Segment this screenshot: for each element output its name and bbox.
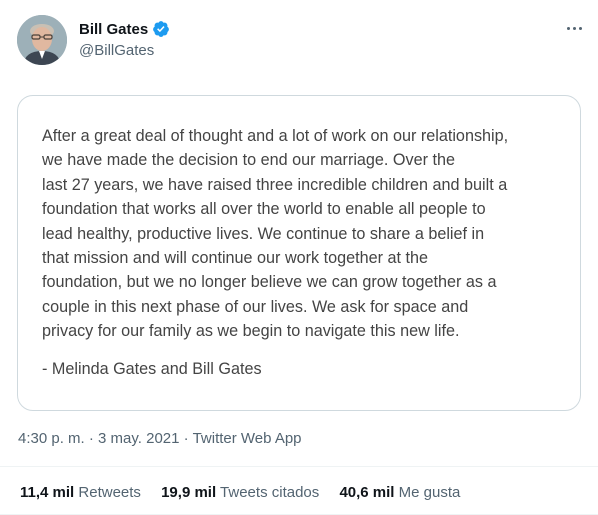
likes-stat[interactable]: 40,6 mil Me gusta [339,484,460,501]
tweet-date[interactable]: 3 may. 2021 [98,430,179,447]
retweets-stat[interactable]: 11,4 mil Retweets [20,484,141,501]
statement-line: that mission and will continue our work … [42,249,429,268]
meta-separator: · [88,430,94,447]
likes-count: 40,6 mil [339,484,395,501]
statement-line: foundation, but we no longer believe we … [42,273,497,292]
likes-label: Me gusta [398,484,461,501]
tweet-metadata: 4:30 p. m. · 3 may. 2021 · Twitter Web A… [18,430,302,447]
author-display-name[interactable]: Bill Gates [79,21,148,38]
statement-line: we have made the decision to end our mar… [42,151,456,170]
author-name-row: Bill Gates [79,20,170,38]
retweets-count: 11,4 mil [20,484,75,501]
quote-tweets-stat[interactable]: 19,9 mil Tweets citados [161,484,319,501]
tweet-source[interactable]: Twitter Web App [193,430,302,447]
statement-text: After a great deal of thought and a lot … [42,124,562,344]
engagement-stats: 11,4 mil Retweets 19,9 mil Tweets citado… [20,484,476,501]
avatar[interactable] [17,15,67,65]
meta-separator: · [183,430,189,447]
divider [0,466,598,467]
statement-signature: - Melinda Gates and Bill Gates [42,360,262,378]
more-options-icon[interactable] [562,18,586,38]
tweet: Bill Gates @BillGates After a great deal… [0,0,598,515]
tweet-time[interactable]: 4:30 p. m. [18,430,85,447]
verified-badge-icon [152,20,170,38]
statement-line: last 27 years, we have raised three incr… [42,175,508,194]
quote-tweets-label: Tweets citados [220,484,320,501]
statement-image[interactable]: After a great deal of thought and a lot … [17,95,581,411]
statement-line: foundation that works all over the world… [42,200,486,219]
statement-line: lead healthy, productive lives. We conti… [42,224,485,243]
quote-tweets-count: 19,9 mil [161,484,217,501]
author-handle[interactable]: @BillGates [79,42,154,59]
statement-line: couple in this next phase of our lives. … [42,297,469,316]
retweets-label: Retweets [78,484,141,501]
statement-line: privacy for our family as we begin to na… [42,322,460,341]
statement-line: After a great deal of thought and a lot … [42,127,509,145]
